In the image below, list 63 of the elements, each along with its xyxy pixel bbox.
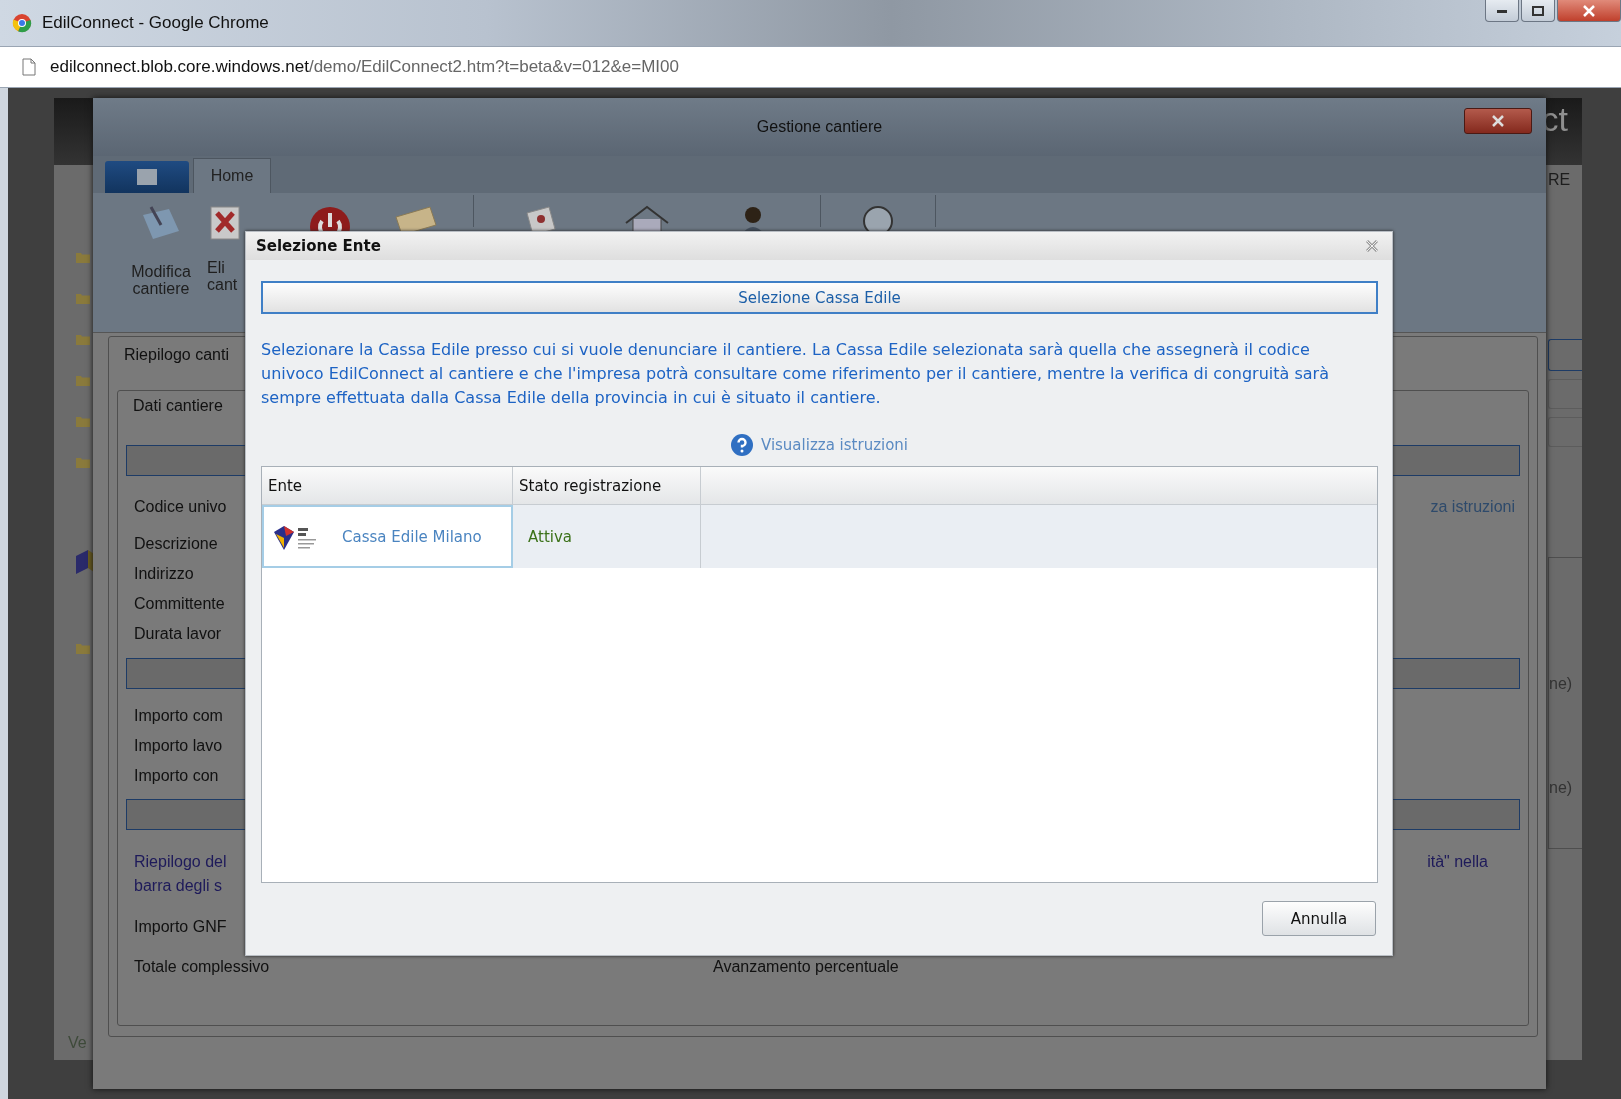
- input-field[interactable]: [1548, 417, 1582, 447]
- page-icon: [22, 58, 36, 76]
- app-menu-button[interactable]: [105, 161, 189, 193]
- field-label: Committente: [134, 595, 225, 613]
- ribbon-label[interactable]: Modifica cantiere: [131, 263, 191, 297]
- field-label: Importo con: [134, 767, 219, 785]
- input-field[interactable]: [1548, 339, 1582, 371]
- panel-tab[interactable]: Riepilogo canti: [117, 337, 237, 372]
- note-text: barra degli s: [134, 877, 223, 895]
- ente-link[interactable]: Cassa Edile Milano: [342, 527, 482, 546]
- window-title: EdilConnect - Google Chrome: [42, 13, 269, 33]
- field-label: Totale complessivo: [134, 958, 271, 976]
- table-row[interactable]: Cassa Edile Milano Attiva: [262, 505, 1377, 568]
- window-title: Gestione cantiere: [756, 118, 883, 136]
- folder-icon: [76, 251, 90, 263]
- address-bar[interactable]: edilconnect.blob.core.windows.net/demo/EdilConnect2.htm?t=beta&v=012&e=MI00: [0, 46, 1621, 88]
- maximize-icon: [1532, 5, 1544, 16]
- square-icon: [137, 169, 157, 185]
- panel-text: ne): [1549, 779, 1574, 797]
- input-field[interactable]: [1548, 379, 1582, 409]
- folder-icon: [76, 374, 90, 386]
- field-label: Importo GNF: [134, 918, 227, 936]
- field-label: Codice univo: [134, 498, 227, 516]
- close-button[interactable]: [1557, 0, 1621, 22]
- header-text: RE: [1548, 171, 1572, 189]
- note-text: ità" nella: [1427, 853, 1488, 871]
- minimize-button[interactable]: [1485, 0, 1519, 22]
- folder-icon: [76, 642, 90, 654]
- column-header[interactable]: Stato registrazione: [513, 467, 701, 504]
- field-label: Importo lavo: [134, 737, 223, 755]
- folder-icon: [76, 456, 90, 468]
- help-link[interactable]: za istruzioni: [1430, 498, 1515, 516]
- section-header: Selezione Cassa Edile: [261, 281, 1378, 314]
- ribbon-label[interactable]: Eli cant: [207, 259, 238, 293]
- folder-icon: [76, 333, 90, 345]
- delete-document-icon: [207, 205, 243, 241]
- help-link[interactable]: Visualizza istruzioni: [730, 434, 909, 456]
- field-label: Descrizione: [134, 535, 218, 553]
- section-title: Dati cantiere: [132, 396, 223, 416]
- close-button[interactable]: [1464, 108, 1532, 134]
- dialog-title: Selezione Ente: [256, 237, 381, 255]
- close-icon: [1583, 4, 1595, 17]
- status-text: Attiva: [528, 527, 572, 546]
- table-cell[interactable]: Cassa Edile Milano: [262, 505, 513, 568]
- url-host: edilconnect.blob.core.windows.net: [50, 57, 309, 76]
- folder-icon: [76, 415, 90, 427]
- column-header[interactable]: Ente: [262, 467, 513, 504]
- url-path: /demo/EdilConnect2.htm?t=beta&v=012&e=MI00: [308, 57, 679, 76]
- ribbon-tab[interactable]: Home: [193, 158, 271, 193]
- browser-logo-icon: [12, 13, 32, 33]
- cancel-button[interactable]: Annulla: [1262, 901, 1376, 936]
- maximize-button[interactable]: [1521, 0, 1555, 22]
- field-label: Indirizzo: [134, 565, 194, 583]
- field-label: Importo com: [134, 707, 223, 725]
- close-icon: [1492, 115, 1504, 127]
- field-label: Avanzamento percentuale: [713, 958, 899, 976]
- panel-text: ne): [1549, 675, 1574, 693]
- description-text: Selezionare la Cassa Edile presso cui si vuole denunciare il cantiere. La Cassa Edile selezionata sarà quella che assegnerà il codice univoco EdilConnect al cantiere e che l'impresa potrà consultare come riferimento per il cantiere, mentre la verifica di congruità sarà sempre effettuata dalla Cassa Edile della provincia in cui è situato il cantiere.: [261, 339, 1330, 409]
- folder-icon: [76, 292, 90, 304]
- field-label: Durata lavor: [134, 625, 222, 643]
- help-icon: [730, 434, 753, 456]
- minimize-icon: [1497, 8, 1507, 13]
- note-text: Riepilogo del: [134, 853, 227, 871]
